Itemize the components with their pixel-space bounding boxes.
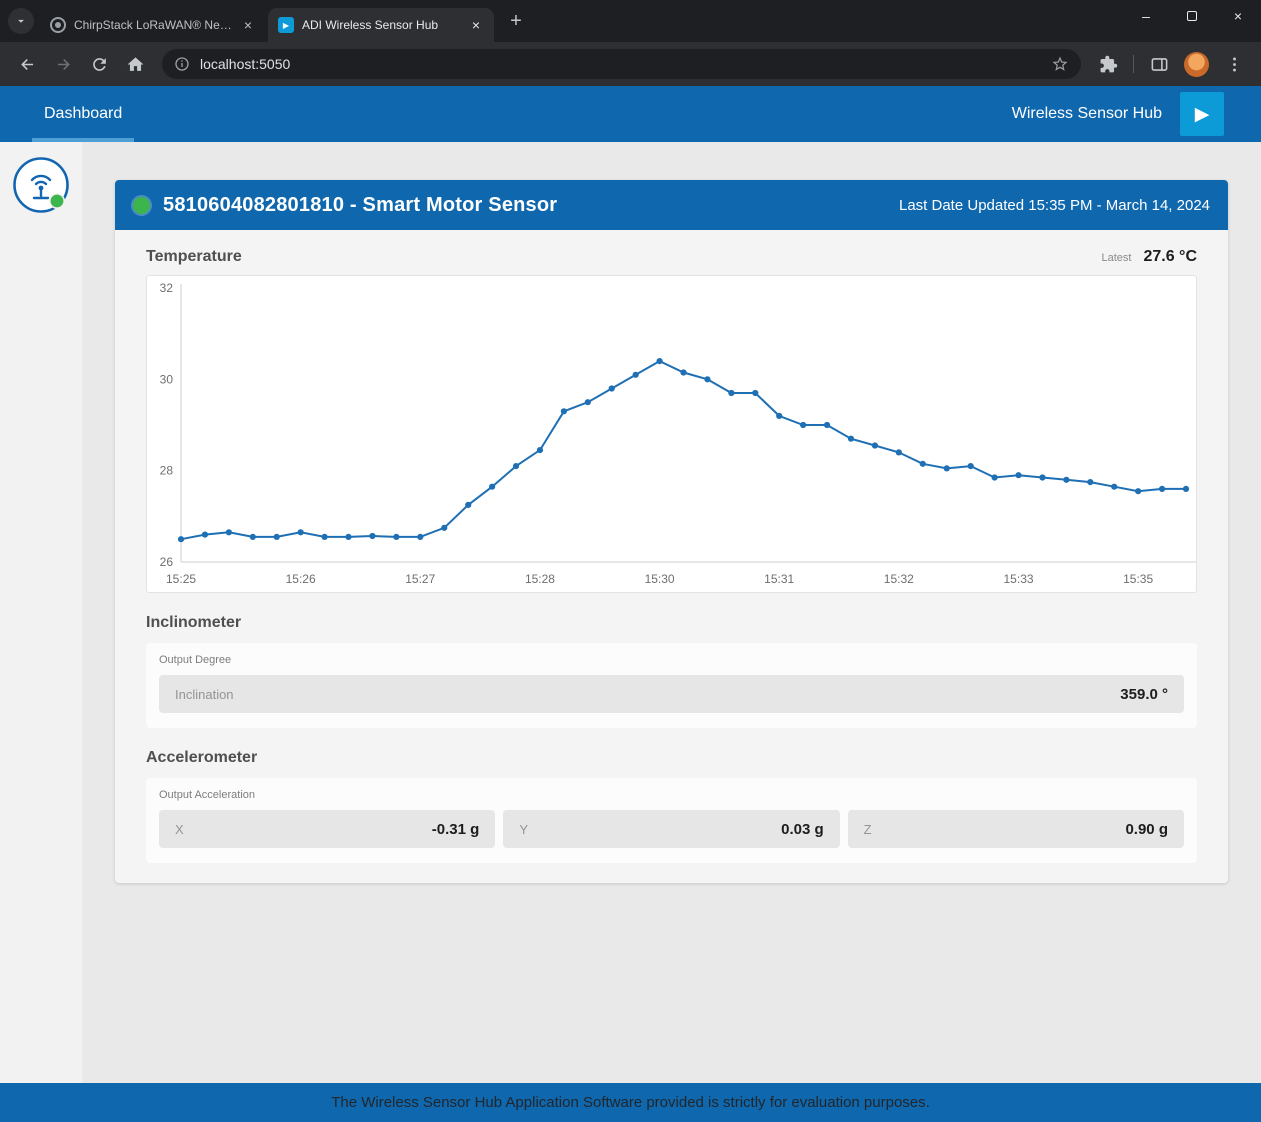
latest-label: Latest [1101,252,1131,264]
accel-x-field: X -0.31 g [159,810,495,848]
toolbar-separator [1133,55,1134,73]
svg-text:28: 28 [160,464,174,478]
maximize-button[interactable] [1169,0,1215,32]
device-title: 5810604082801810 - Smart Motor Sensor [163,194,557,217]
svg-text:15:32: 15:32 [884,572,914,586]
navbar-right: Wireless Sensor Hub ▶ [1012,92,1224,136]
temperature-title: Temperature [146,248,242,266]
svg-text:32: 32 [160,281,174,295]
forward-button[interactable] [46,47,80,81]
window-controls: – × [1123,0,1261,32]
chevron-down-icon [14,14,28,28]
svg-text:15:35: 15:35 [1123,572,1153,586]
svg-text:26: 26 [160,555,174,569]
accel-x-value: -0.31 g [432,821,480,838]
active-tab-indicator [32,138,134,142]
reload-button[interactable] [82,47,116,81]
svg-text:15:25: 15:25 [166,572,196,586]
adi-sensor-hub-logo[interactable] [12,156,70,214]
home-icon [126,55,145,74]
inclination-label: Inclination [175,687,234,702]
tab-close-icon[interactable]: × [468,17,484,33]
adi-favicon-icon: ▶ [278,17,294,33]
output-acceleration-label: Output Acceleration [159,789,1184,801]
last-updated-text: Last Date Updated 15:35 PM - March 14, 2… [899,197,1210,214]
acceleration-fields: X -0.31 g Y 0.03 g Z 0.90 g [159,810,1184,848]
tab-strip: ChirpStack LoRaWAN® Networ × ▶ ADI Wirel… [0,0,1261,42]
output-degree-label: Output Degree [159,654,1184,666]
address-bar[interactable]: localhost:5050 [162,49,1081,79]
url-text: localhost:5050 [200,56,290,72]
inclinometer-title: Inclinometer [146,614,1197,632]
app-navbar: Dashboard Wireless Sensor Hub ▶ [0,86,1261,142]
latest-reading: Latest 27.6 °C [1101,248,1197,266]
close-window-button[interactable]: × [1215,0,1261,32]
side-panel-button[interactable] [1142,47,1176,81]
accel-y-label: Y [519,822,528,837]
tab-adi-wireless-sensor-hub[interactable]: ▶ ADI Wireless Sensor Hub × [268,8,494,42]
forward-icon [54,55,73,74]
accel-z-value: 0.90 g [1125,821,1168,838]
accelerometer-panel: Output Acceleration X -0.31 g Y 0.03 g [146,778,1197,863]
bookmark-star-icon[interactable] [1051,55,1069,73]
kebab-menu-icon [1225,55,1244,74]
app-footer: The Wireless Sensor Hub Application Soft… [0,1083,1261,1122]
tab-chirpstack[interactable]: ChirpStack LoRaWAN® Networ × [40,8,266,42]
inclination-field: Inclination 359.0 ° [159,675,1184,713]
browser-toolbar: localhost:5050 [0,42,1261,86]
svg-text:30: 30 [160,372,174,386]
browser-menu-button[interactable] [1217,47,1251,81]
nav-item-dashboard[interactable]: Dashboard [44,86,122,142]
inclinometer-panel: Output Degree Inclination 359.0 ° [146,643,1197,728]
accelerometer-title: Accelerometer [146,749,1197,767]
temperature-chart-container: 26 28 30 32 15:25 15:26 15:27 15:28 15:30 15:31 15… [146,275,1197,593]
app-title: Wireless Sensor Hub [1012,105,1162,123]
evaluation-notice: The Wireless Sensor Hub Application Soft… [331,1094,930,1111]
status-online-dot [133,197,150,214]
chirpstack-favicon-icon [50,17,66,33]
accel-y-field: Y 0.03 g [503,810,839,848]
new-tab-button[interactable]: + [502,7,530,35]
svg-text:15:27: 15:27 [405,572,435,586]
side-panel-icon [1150,55,1169,74]
maximize-icon [1187,11,1197,21]
back-button[interactable] [10,47,44,81]
temperature-line-chart[interactable]: 26 28 30 32 15:25 15:26 15:27 15:28 15:30 15:31 15… [147,276,1196,592]
main-area: 5810604082801810 - Smart Motor Sensor La… [0,142,1261,1083]
device-card: 5810604082801810 - Smart Motor Sensor La… [115,180,1228,883]
play-button[interactable]: ▶ [1180,92,1224,136]
tab-close-icon[interactable]: × [240,17,256,33]
profile-avatar[interactable] [1184,52,1209,77]
nav-item-label: Dashboard [44,105,122,123]
browser-window: ChirpStack LoRaWAN® Networ × ▶ ADI Wirel… [0,0,1261,1122]
tab-label: ChirpStack LoRaWAN® Networ [74,18,234,32]
accel-x-label: X [175,822,184,837]
back-icon [18,55,37,74]
inclination-value: 359.0 ° [1120,686,1168,703]
accel-z-label: Z [864,822,872,837]
info-icon[interactable] [174,56,190,72]
accel-z-field: Z 0.90 g [848,810,1184,848]
latest-temperature-value: 27.6 °C [1143,248,1197,266]
extensions-puzzle-icon [1099,55,1118,74]
minimize-button[interactable]: – [1123,0,1169,32]
home-button[interactable] [118,47,152,81]
svg-text:15:26: 15:26 [286,572,316,586]
device-card-header: 5810604082801810 - Smart Motor Sensor La… [115,180,1228,230]
tab-search-button[interactable] [8,8,34,34]
extensions-button[interactable] [1091,47,1125,81]
accel-y-value: 0.03 g [781,821,824,838]
svg-text:15:33: 15:33 [1004,572,1034,586]
app-viewport: Dashboard Wireless Sensor Hub ▶ [0,86,1261,1122]
svg-text:15:28: 15:28 [525,572,555,586]
sidebar [0,142,82,1083]
content-area: 5810604082801810 - Smart Motor Sensor La… [82,142,1261,1083]
temperature-section-header: Temperature Latest 27.6 °C [146,248,1197,266]
device-card-body: Temperature Latest 27.6 °C 26 28 30 32 15:25… [115,230,1228,883]
reload-icon [90,55,109,74]
logo-status-dot [50,194,64,208]
svg-text:15:31: 15:31 [764,572,794,586]
tab-label: ADI Wireless Sensor Hub [302,18,462,32]
svg-text:15:30: 15:30 [645,572,675,586]
